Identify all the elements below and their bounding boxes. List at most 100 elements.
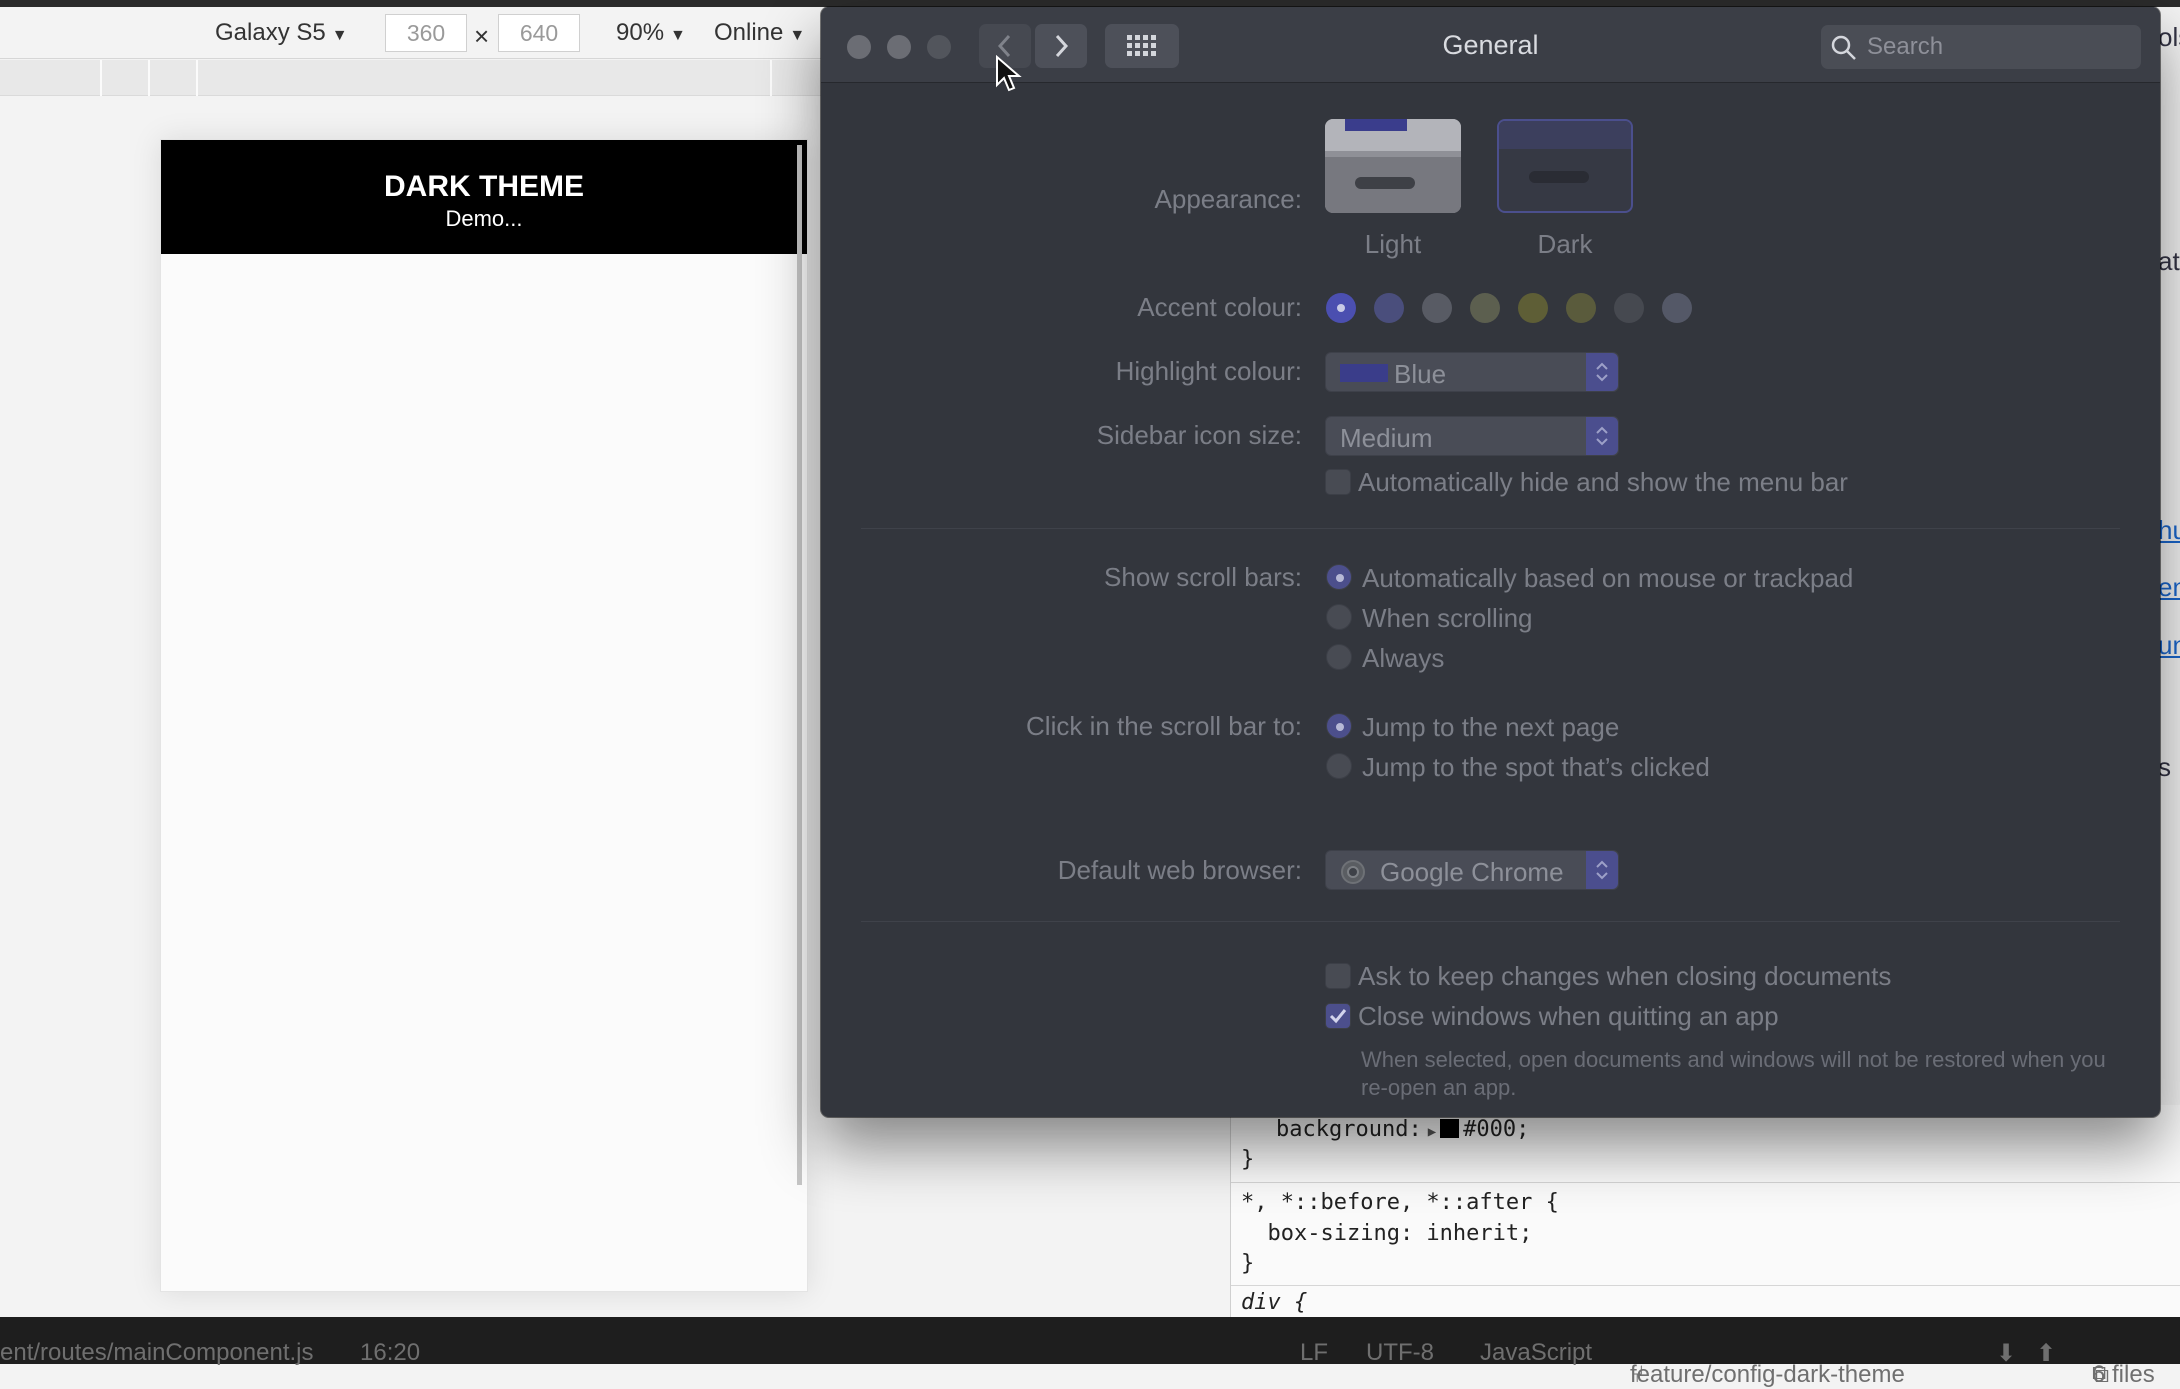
styles-pane: background: ▶ #000; } *, *::before, *::aft…: [1230, 1105, 2180, 1317]
click-next-page-label: Jump to the next page: [1362, 712, 1620, 742]
times-sign: ×: [474, 21, 490, 51]
popup-stepper: [1586, 851, 1618, 889]
width-input[interactable]: 360: [385, 14, 467, 52]
file-path[interactable]: ent/routes/mainComponent.js: [0, 1339, 314, 1367]
auto-hide-menu-bar-label: Automatically hide and show the menu bar: [1358, 467, 1848, 497]
caret-down-icon: ▼: [331, 27, 348, 44]
accent-colour-pink[interactable]: [1422, 293, 1452, 323]
media-query-ruler: [0, 60, 830, 96]
click-next-page-radio[interactable]: [1326, 713, 1352, 739]
search-icon: [1831, 35, 1856, 60]
accent-colour-label: Accent colour:: [1137, 292, 1302, 322]
css-value: #000;: [1463, 1117, 1530, 1142]
viewport-scrollbar[interactable]: [797, 145, 802, 1185]
accent-colour-yellow[interactable]: [1566, 293, 1596, 323]
auto-hide-menu-bar-checkbox[interactable]: [1325, 469, 1351, 495]
selected-dot: [1337, 304, 1345, 312]
mouse-cursor-icon: [996, 55, 1022, 92]
search-input[interactable]: Search: [1821, 25, 2141, 69]
sidebar-icon-size-label: Sidebar icon size:: [1096, 420, 1302, 450]
fragment-link[interactable]: en: [2158, 572, 2180, 603]
accent-colour-purple[interactable]: [1374, 293, 1404, 323]
zoom-select[interactable]: 90% ▼: [616, 19, 686, 47]
caret-down-icon: ▼: [670, 27, 686, 44]
sidebar-icon-size-value: Medium: [1340, 423, 1433, 453]
css-brace: }: [1241, 1251, 1255, 1276]
css-property: background:: [1276, 1117, 1422, 1142]
appearance-light-thumbnail[interactable]: [1325, 119, 1461, 213]
accent-colour-red[interactable]: [1470, 293, 1500, 323]
scroll-bars-auto-label: Automatically based on mouse or trackpad: [1362, 563, 1854, 593]
thumb-accent: [1345, 119, 1407, 131]
css-selector[interactable]: *, *::before, *::after {: [1241, 1190, 1559, 1215]
device-viewport[interactable]: DARK THEME Demo...: [160, 139, 808, 1292]
close-windows-label: Close windows when quitting an app: [1358, 1001, 1779, 1031]
accent-colour-blue[interactable]: [1326, 293, 1356, 323]
appearance-dark-label: Dark: [1537, 229, 1593, 259]
file-encoding[interactable]: UTF-8: [1366, 1339, 1434, 1367]
sidebar-icon-size-popup[interactable]: Medium: [1325, 416, 1619, 456]
search-placeholder: Search: [1867, 33, 1944, 60]
branch-name: feature/config-dark-theme: [1630, 1361, 1905, 1388]
highlight-colour-popup[interactable]: Blue: [1325, 352, 1619, 392]
chrome-icon: [1341, 860, 1365, 884]
ruler-tick: [100, 60, 102, 96]
scroll-bars-auto-radio[interactable]: [1326, 564, 1352, 590]
fragment-text: at: [2158, 246, 2180, 276]
thumb-dots: [1355, 177, 1415, 189]
click-scroll-bar-label: Click in the scroll bar to:: [1026, 711, 1302, 741]
default-browser-label: Default web browser:: [1057, 855, 1302, 885]
css-declaration[interactable]: box-sizing: inherit;: [1241, 1221, 1532, 1246]
top-strip: [0, 0, 2180, 7]
highlight-colour-label: Highlight colour:: [1115, 356, 1302, 386]
css-selector[interactable]: div {: [1241, 1290, 1307, 1315]
height-input[interactable]: 640: [498, 14, 580, 52]
color-swatch[interactable]: [1440, 1119, 1460, 1138]
status-bar: ent/routes/mainComponent.js 16:20 LF UTF…: [0, 1317, 2180, 1388]
appearance-light-label: Light: [1364, 229, 1422, 259]
device-name: Galaxy S5: [215, 19, 326, 46]
network-select[interactable]: Online ▼: [714, 19, 805, 47]
section-divider: [861, 921, 2120, 922]
highlight-swatch: [1340, 364, 1388, 382]
accent-colour-graphite[interactable]: [1662, 293, 1692, 323]
demo-subtitle: Demo...: [445, 206, 523, 231]
default-browser-popup[interactable]: Google Chrome: [1325, 850, 1619, 890]
accent-colour-orange[interactable]: [1518, 293, 1548, 323]
accent-colour-green[interactable]: [1614, 293, 1644, 323]
thumb-menubar: [1499, 121, 1631, 149]
thumb-dots: [1529, 171, 1589, 183]
scroll-bars-scrolling-radio[interactable]: [1326, 604, 1352, 630]
section-divider: [861, 528, 2120, 529]
line-ending[interactable]: LF: [1300, 1339, 1328, 1367]
highlight-colour-value: Blue: [1394, 359, 1447, 389]
preferences-window[interactable]: General Search Appearance: Light Dark Ac…: [821, 7, 2160, 1117]
css-declaration[interactable]: background: ▶ #000;: [1276, 1117, 1529, 1142]
ruler-tick: [196, 60, 198, 96]
fragment-link[interactable]: un: [2158, 630, 2180, 661]
device-select[interactable]: Galaxy S5 ▼: [215, 19, 348, 47]
rule-separator: [1231, 1182, 2180, 1183]
close-windows-checkbox[interactable]: [1325, 1003, 1351, 1029]
chevron-updown-icon: [1596, 426, 1608, 446]
appearance-dark-thumbnail[interactable]: [1497, 119, 1633, 213]
click-spot-radio[interactable]: [1326, 753, 1352, 779]
language-mode[interactable]: JavaScript: [1480, 1339, 1592, 1367]
rule-separator: [1231, 1285, 2180, 1286]
device-toolbar: Galaxy S5 ▼ 360 × 640 90% ▼ Online ▼: [0, 7, 830, 59]
demo-title: DARK THEME: [384, 170, 584, 203]
network-value: Online: [714, 19, 784, 46]
scroll-bars-always-radio[interactable]: [1326, 644, 1352, 670]
fragment-text: ols: [2158, 22, 2180, 52]
scroll-bars-always-label: Always: [1362, 643, 1445, 673]
show-scroll-bars-label: Show scroll bars:: [1104, 562, 1302, 592]
cursor-position[interactable]: 16:20: [360, 1339, 420, 1367]
ask-keep-changes-checkbox[interactable]: [1325, 963, 1351, 989]
fragment-link[interactable]: hu: [2158, 515, 2180, 546]
chevron-updown-icon: [1596, 860, 1608, 880]
appearance-label: Appearance:: [1154, 184, 1302, 214]
popup-stepper: [1586, 417, 1618, 455]
scroll-bars-scrolling-label: When scrolling: [1362, 603, 1533, 633]
expand-triangle-icon[interactable]: ▶: [1428, 1124, 1436, 1140]
popup-stepper: [1586, 353, 1618, 391]
